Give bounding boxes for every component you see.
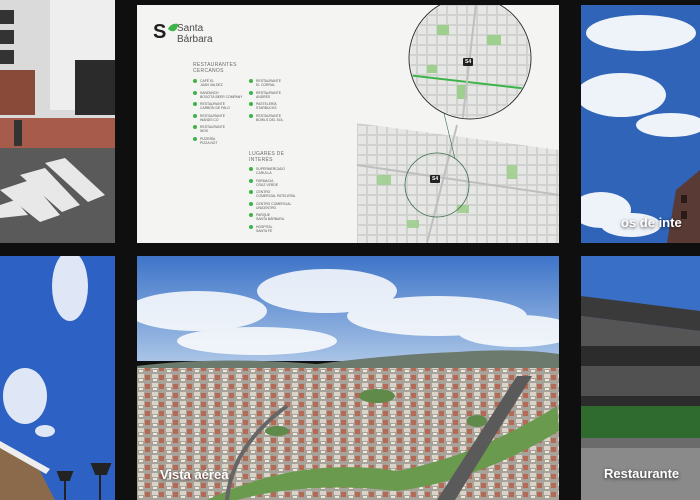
pin-dot-icon	[249, 190, 253, 194]
pin-dot-icon	[249, 167, 253, 171]
photo-restaurant[interactable]: Restaurante	[581, 256, 700, 500]
restaurant-label: PIZZERÍA PIZZA NOT	[200, 136, 218, 145]
restaurant-item: PIZZERÍA PIZZA NOT	[193, 136, 218, 145]
place-label: HOSPITAL SANTA FE	[256, 224, 273, 233]
restaurant-item: RESTAURANTE CARBÓN DE PALO	[193, 102, 230, 110]
place-label: SUPERMERCADO CARULLA	[256, 167, 286, 175]
pin-dot-icon	[249, 201, 253, 206]
restaurant-item: RESTAURANTE WANDS CO	[193, 113, 225, 122]
place-item: SUPERMERCADO CARULLA	[249, 167, 285, 175]
restaurant-label: RESTAURANTE WANDS CO	[200, 113, 225, 122]
restaurant-label: RESTAURANTE EL CORRAL	[256, 79, 281, 87]
sky-roof-scene	[0, 256, 115, 500]
photo-sky-roof[interactable]	[0, 256, 115, 500]
restaurant-item: RESTAURANTE EL CORRAL	[249, 79, 281, 87]
place-item: FARMACIA CRUZ VERDE	[249, 178, 279, 187]
place-label: PARQUE SANTA BÁRBARA	[256, 213, 285, 221]
restaurant-label: RESTAURANTE CARBÓN DE PALO	[200, 102, 230, 110]
map-pin-zoom[interactable]: S4	[463, 58, 474, 66]
brand-mark: S	[153, 21, 167, 43]
restaurant-label: SANDWICH BOGOTÁ BEER COMPANY	[200, 90, 243, 99]
pin-dot-icon	[193, 125, 197, 129]
restaurant-label: RESTAURANTE BOWLS DEL SOL	[256, 113, 284, 122]
restaurant-label: RESTAURANTE ANDRÉS	[256, 90, 281, 99]
restaurant-item: CAFÉ EL JUAN VALDEZ	[193, 79, 223, 87]
section-places-title: LUGARES DE INTERÉS	[249, 151, 284, 163]
restaurant-item: RESTAURANTE WOK	[193, 125, 225, 133]
pin-dot-icon	[193, 102, 197, 106]
pin-dot-icon	[249, 90, 253, 95]
photo-street[interactable]	[0, 0, 115, 243]
restaurant-item: RESTAURANTE ANDRÉS	[249, 90, 281, 99]
brand-name: Santa Bárbara	[177, 23, 213, 45]
neighborhood-map[interactable]	[337, 5, 559, 243]
pin-dot-icon	[249, 178, 253, 183]
pin-dot-icon	[249, 79, 253, 83]
place-item: CENTRO COMERCIAL UNICENTRO	[249, 201, 292, 210]
section2-line2: INTERÉS	[249, 157, 273, 163]
restaurant-item: RESTAURANTE BOWLS DEL SOL	[249, 113, 284, 122]
photo-aerial-view[interactable]: Vista aérea	[137, 256, 559, 500]
pin-dot-icon	[249, 213, 253, 217]
place-item: HOSPITAL SANTA FE	[249, 224, 273, 233]
pin-dot-icon	[193, 136, 197, 141]
aerial-scene	[137, 256, 559, 500]
pin-dot-icon	[193, 90, 197, 95]
caption-aerial: Vista aérea	[160, 467, 229, 482]
restaurant-item: SANDWICH BOGOTÁ BEER COMPANY	[193, 90, 243, 99]
pin-dot-icon	[249, 113, 253, 118]
brand-name-line1: Santa	[177, 23, 204, 34]
place-item: PARQUE SANTA BÁRBARA	[249, 213, 284, 221]
map-card[interactable]: S Santa Bárbara RESTAURANTES CERCANOS LU…	[137, 5, 559, 243]
restaurant-scene	[581, 256, 700, 500]
restaurant-item: PASTELERÍA STARBUCKS	[249, 102, 277, 110]
place-item: CENTRO COMERCIAL PATELERIA	[249, 190, 295, 198]
photo-sky-building[interactable]: os de inte	[581, 5, 700, 243]
section1-line2: CERCANOS	[193, 68, 224, 74]
restaurant-label: RESTAURANTE WOK	[200, 125, 225, 133]
section-restaurants-title: RESTAURANTES CERCANOS	[193, 62, 237, 74]
pin-dot-icon	[249, 102, 253, 106]
place-label: CENTRO COMERCIAL UNICENTRO	[256, 201, 292, 210]
pin-dot-icon	[193, 113, 197, 118]
pin-dot-icon	[249, 224, 253, 229]
sky-scene	[581, 5, 700, 243]
caption-places: os de inte	[621, 215, 682, 230]
street-scene	[0, 0, 115, 243]
map-pin[interactable]: S4	[430, 175, 441, 183]
place-label: FARMACIA CRUZ VERDE	[256, 178, 279, 187]
caption-restaurant: Restaurante	[604, 466, 680, 481]
pin-dot-icon	[193, 79, 197, 83]
restaurant-label: CAFÉ EL JUAN VALDEZ	[200, 79, 223, 87]
brand-name-line2: Bárbara	[177, 34, 213, 45]
place-label: CENTRO COMERCIAL PATELERIA	[256, 190, 296, 198]
restaurant-label: PASTELERÍA STARBUCKS	[256, 102, 277, 110]
